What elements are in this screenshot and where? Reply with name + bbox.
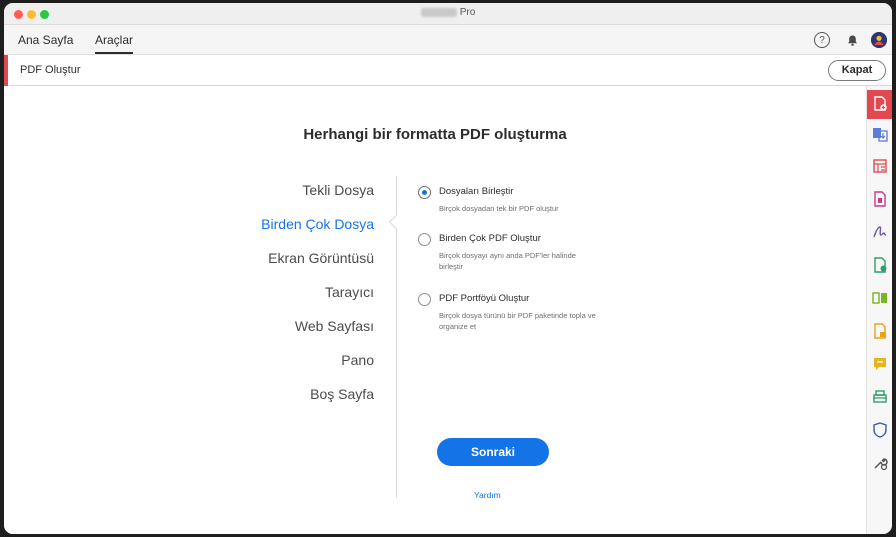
more-tools-icon[interactable] — [872, 455, 888, 471]
active-item-pointer — [388, 214, 404, 230]
organize-pages-icon[interactable] — [872, 158, 888, 174]
tab-home[interactable]: Ana Sayfa — [18, 33, 73, 47]
radio-combine-files[interactable] — [418, 186, 431, 199]
next-button[interactable]: Sonraki — [437, 438, 549, 466]
toolbar-accent — [4, 55, 8, 86]
nav-item-single-file[interactable]: Tekli Dosya — [302, 182, 374, 198]
comment-icon[interactable] — [872, 356, 888, 372]
window-title: Pro — [4, 7, 892, 18]
option-title: Dosyaları Birleştir — [439, 186, 514, 197]
avatar-icon[interactable] — [871, 32, 887, 48]
combine-files-icon[interactable] — [872, 290, 888, 306]
scan-icon[interactable] — [872, 389, 888, 405]
tools-sidebar — [866, 86, 892, 534]
compress-pdf-icon[interactable] — [872, 191, 888, 207]
close-tool-button[interactable]: Kapat — [828, 60, 886, 81]
bell-icon[interactable] — [844, 32, 860, 48]
option-description: Birçok dosyadan tek bir PDF oluştur — [439, 204, 559, 213]
redacted-app-name — [420, 8, 457, 17]
radio-create-multiple-pdfs[interactable] — [418, 233, 431, 246]
top-tabs: Ana Sayfa Araçlar ? — [4, 25, 892, 55]
tab-tools[interactable]: Araçlar — [95, 33, 134, 54]
nav-item-web-page[interactable]: Web Sayfası — [295, 318, 374, 334]
export-pdf-icon[interactable] — [872, 126, 888, 142]
page-title: Herhangi bir formatta PDF oluşturma — [303, 126, 567, 143]
request-signature-icon[interactable] — [872, 323, 888, 339]
nav-item-scanner[interactable]: Tarayıcı — [325, 284, 374, 300]
protect-icon[interactable] — [872, 422, 888, 438]
nav-item-multiple-files[interactable]: Birden Çok Dosya — [261, 216, 374, 232]
option-description: Birçok dosya türünü bir PDF paketinde to… — [439, 311, 596, 331]
title-bar: Pro — [4, 3, 892, 25]
option-title: Birden Çok PDF Oluştur — [439, 233, 541, 244]
nav-item-clipboard[interactable]: Pano — [341, 352, 374, 368]
nav-item-screenshot[interactable]: Ekran Görüntüsü — [268, 250, 374, 266]
help-link[interactable]: Yardım — [474, 490, 501, 500]
radio-create-portfolio[interactable] — [418, 293, 431, 306]
nav-item-blank-page[interactable]: Boş Sayfa — [310, 386, 374, 402]
main-content: Herhangi bir formatta PDF oluşturma Tekl… — [4, 86, 866, 534]
help-icon[interactable]: ? — [814, 32, 830, 48]
tool-toolbar: PDF Oluştur Kapat — [4, 55, 892, 86]
app-window: Pro Ana Sayfa Araçlar ? PDF Oluştur Kapa… — [4, 3, 892, 534]
fill-sign-icon[interactable] — [872, 224, 888, 240]
create-pdf-icon[interactable] — [872, 96, 888, 112]
edit-pdf-icon[interactable] — [872, 257, 888, 273]
tool-title: PDF Oluştur — [20, 64, 81, 76]
option-description: Birçok dosyayı aynı anda PDF'ler halinde… — [439, 251, 576, 271]
option-title: PDF Portföyü Oluştur — [439, 293, 530, 304]
